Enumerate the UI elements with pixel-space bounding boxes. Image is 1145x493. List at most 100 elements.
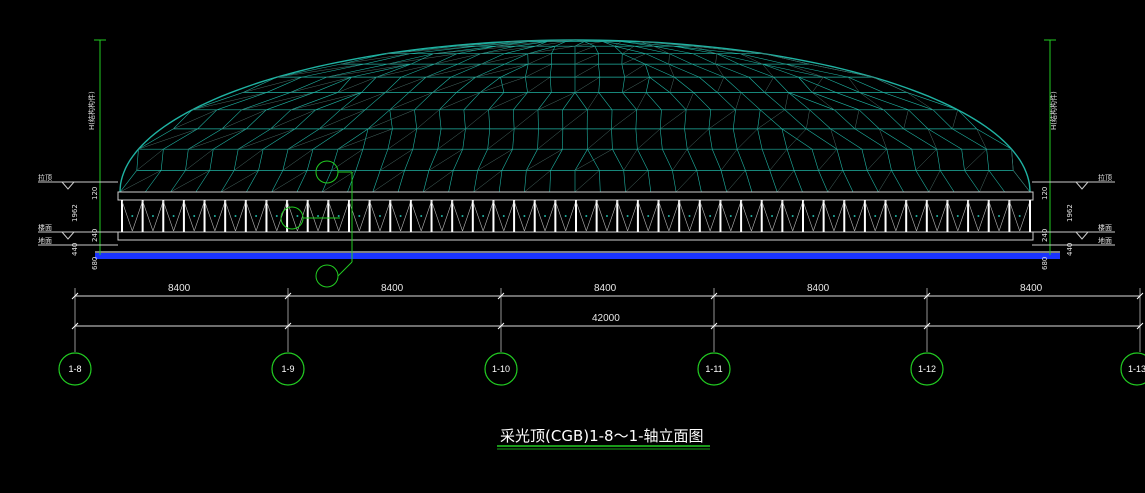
dome-brace — [1011, 149, 1014, 171]
dome-strut — [883, 109, 904, 130]
dome-strut — [306, 149, 314, 171]
dome-strut — [287, 128, 320, 150]
dome-strut — [927, 128, 962, 150]
facade-node — [894, 215, 897, 217]
facade-node — [812, 215, 815, 217]
facade-node — [605, 215, 608, 217]
facade-brace — [751, 200, 763, 232]
dome-brace — [389, 92, 433, 111]
dome-strut — [647, 170, 652, 193]
facade-brace — [843, 200, 855, 232]
dome-brace — [806, 109, 810, 129]
dome-strut — [432, 76, 452, 93]
facade-brace — [173, 200, 185, 232]
dome-brace — [487, 128, 515, 150]
dome-strut — [669, 53, 693, 65]
dome-strut — [340, 53, 387, 65]
dome-strut — [764, 92, 786, 111]
dome-strut — [160, 149, 164, 171]
facade-brace — [874, 200, 886, 232]
facade-brace — [472, 200, 484, 232]
facade-brace — [833, 200, 845, 232]
dome-strut — [708, 109, 712, 129]
dome-strut — [653, 45, 694, 55]
dome-strut — [621, 64, 625, 78]
dome-strut — [192, 92, 244, 111]
dome-brace — [979, 170, 990, 193]
dome-strut — [798, 76, 836, 93]
dome-strut — [387, 128, 393, 150]
dome-strut — [319, 109, 341, 130]
dome-brace — [878, 170, 892, 193]
dome-strut — [584, 41, 595, 47]
dome-strut — [740, 92, 761, 111]
dome-brace — [1012, 170, 1031, 193]
facade-brace — [967, 200, 979, 232]
dome-strut — [798, 76, 813, 93]
dome-brace — [513, 109, 539, 130]
facade-brace — [823, 200, 835, 232]
dome-strut — [364, 92, 386, 111]
dome-brace — [675, 170, 697, 193]
facade-node — [378, 215, 381, 217]
facade-node — [151, 215, 154, 217]
facade-brace — [524, 200, 536, 232]
dome-strut — [414, 109, 418, 129]
dome-strut — [696, 170, 702, 193]
facade-brace — [947, 200, 959, 232]
span-dimension-text: 8400 — [381, 283, 404, 294]
facade-brace — [482, 200, 494, 232]
dome-brace — [927, 128, 937, 150]
dome-brace — [660, 109, 687, 130]
ring-beam — [95, 253, 1060, 259]
dome-brace — [136, 148, 164, 171]
dome-brace — [740, 53, 763, 65]
dome-brace — [903, 109, 909, 129]
dome-strut — [645, 53, 669, 65]
facade-node — [482, 215, 485, 217]
dome-strut — [760, 109, 783, 130]
dome-strut — [537, 92, 552, 111]
facade-node — [275, 215, 278, 217]
facade-node — [626, 215, 629, 217]
dome-strut — [437, 128, 442, 150]
facade-brace — [565, 200, 577, 232]
facade-brace — [771, 200, 783, 232]
left-level-label-3: 地面 — [38, 236, 52, 245]
dome-brace — [736, 128, 758, 150]
facade-brace — [916, 200, 928, 232]
dome-strut — [221, 109, 242, 130]
dome-strut — [145, 170, 162, 193]
dome-strut — [649, 76, 671, 93]
facade-columns — [121, 200, 1031, 232]
facade-node — [709, 215, 712, 217]
dome-strut — [197, 109, 218, 130]
dome-strut — [326, 63, 388, 78]
facade-brace — [493, 200, 505, 232]
dome-strut — [788, 92, 835, 111]
dome-strut — [686, 149, 697, 171]
dome-strut — [886, 149, 892, 171]
facade-node — [234, 215, 237, 217]
facade-node — [667, 215, 670, 217]
dome-brace — [964, 148, 987, 171]
dome-brace — [906, 92, 934, 111]
dome-brace — [473, 170, 503, 193]
facade-brace — [936, 200, 948, 232]
dome-strut — [692, 63, 725, 78]
dome-strut — [732, 128, 738, 150]
right-level-markers: H(结构构件) 拉顶 楼面 地面 120 1962 240 440 680 — [1032, 39, 1115, 270]
dome-strut — [622, 92, 637, 111]
dome-brace — [720, 149, 738, 171]
dome-strut — [389, 109, 393, 129]
facade-brace — [132, 200, 143, 232]
dome-brace — [879, 128, 888, 150]
dome-brace — [238, 128, 296, 150]
facade-node — [874, 215, 877, 217]
facade-node — [131, 215, 134, 217]
facade-brace — [740, 200, 752, 232]
dome-strut — [757, 128, 763, 150]
dome-brace — [830, 128, 838, 150]
dome-brace — [192, 92, 267, 111]
dome-brace — [220, 170, 259, 193]
